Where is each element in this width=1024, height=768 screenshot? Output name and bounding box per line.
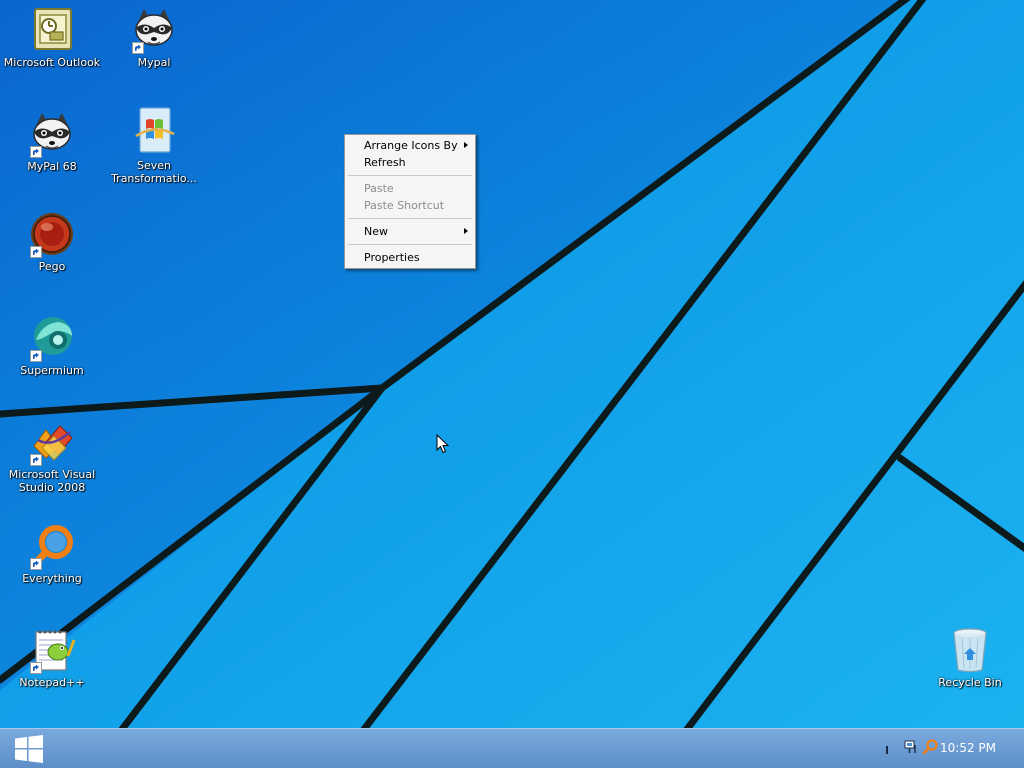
menu-item-refresh[interactable]: Refresh — [345, 154, 475, 171]
shortcut-arrow-icon — [30, 558, 42, 570]
start-button[interactable] — [0, 729, 58, 768]
menu-item-label: Arrange Icons By — [364, 139, 458, 152]
recycle-bin-icon — [946, 626, 994, 674]
notepad-icon — [28, 626, 76, 674]
desktop[interactable]: Microsoft Outlook Mypal MyPal 68 Seven T… — [0, 0, 1024, 728]
desktop-icon-label: Supermium — [20, 364, 84, 377]
desktop-icon-label: Notepad++ — [19, 676, 85, 689]
menu-item-label: Paste Shortcut — [364, 199, 445, 212]
menu-item-arrange-icons-by[interactable]: Arrange Icons By — [345, 137, 475, 154]
submenu-arrow-icon — [464, 228, 468, 234]
teal-globe-icon — [28, 314, 76, 362]
outlook-icon — [28, 6, 76, 54]
desktop-icon-recycle-bin[interactable]: Recycle Bin — [918, 626, 1022, 689]
menu-separator — [348, 244, 472, 245]
desktop-icon-label: Seven Transformatio... — [111, 159, 197, 185]
red-orb-icon — [28, 210, 76, 258]
raccoon-icon — [28, 110, 76, 158]
menu-item-paste-shortcut: Paste Shortcut — [345, 197, 475, 214]
menu-item-paste: Paste — [345, 180, 475, 197]
desktop-icon-label: MyPal 68 — [27, 160, 77, 173]
taskbar-clock[interactable]: 10:52 PM — [940, 729, 996, 768]
network-icon[interactable] — [904, 739, 920, 755]
windows-logo-icon — [15, 735, 43, 763]
desktop-icon-mypal-68[interactable]: MyPal 68 — [0, 110, 104, 173]
menu-item-label: Properties — [364, 251, 420, 264]
desktop-icon-visual-studio-2008[interactable]: Microsoft Visual Studio 2008 — [0, 418, 104, 494]
mouse-cursor-icon — [436, 434, 450, 454]
magnifier-icon — [28, 522, 76, 570]
system-tray: 10:52 PM — [864, 729, 1024, 768]
desktop-icon-mypal[interactable]: Mypal — [102, 6, 206, 69]
shortcut-arrow-icon — [30, 350, 42, 362]
shortcut-arrow-icon — [30, 454, 42, 466]
desktop-icon-label: Mypal — [137, 56, 171, 69]
menu-item-label: New — [364, 225, 388, 238]
desktop-icon-supermium[interactable]: Supermium — [0, 314, 104, 377]
menu-item-label: Paste — [364, 182, 394, 195]
submenu-arrow-icon — [464, 142, 468, 148]
windows-flag-icon — [130, 106, 178, 154]
desktop-icon-label: Recycle Bin — [938, 676, 1002, 689]
menu-separator — [348, 175, 472, 176]
desktop-icon-label: Everything — [22, 572, 82, 585]
desktop-icon-notepad-plus-plus[interactable]: Notepad++ — [0, 626, 104, 689]
shortcut-arrow-icon — [30, 146, 42, 158]
visual-studio-icon — [28, 418, 76, 466]
shortcut-arrow-icon — [30, 662, 42, 674]
tray-divider — [886, 746, 888, 754]
menu-separator — [348, 218, 472, 219]
desktop-context-menu: Arrange Icons By Refresh Paste Paste Sho… — [344, 134, 476, 269]
menu-item-label: Refresh — [364, 156, 406, 169]
desktop-icon-label: Pego — [38, 260, 66, 273]
desktop-icon-label: Microsoft Outlook — [3, 56, 101, 69]
menu-item-properties[interactable]: Properties — [345, 249, 475, 266]
search-icon[interactable] — [922, 739, 938, 755]
shortcut-arrow-icon — [30, 246, 42, 258]
desktop-icon-pego[interactable]: Pego — [0, 210, 104, 273]
taskbar: 10:52 PM — [0, 728, 1024, 768]
desktop-icon-everything[interactable]: Everything — [0, 522, 104, 585]
raccoon-icon — [130, 6, 178, 54]
desktop-icon-microsoft-outlook[interactable]: Microsoft Outlook — [0, 6, 104, 69]
shortcut-arrow-icon — [132, 42, 144, 54]
menu-item-new[interactable]: New — [345, 223, 475, 240]
desktop-icon-seven-transformation[interactable]: Seven Transformatio... — [102, 106, 206, 185]
desktop-icon-label: Microsoft Visual Studio 2008 — [8, 468, 96, 494]
